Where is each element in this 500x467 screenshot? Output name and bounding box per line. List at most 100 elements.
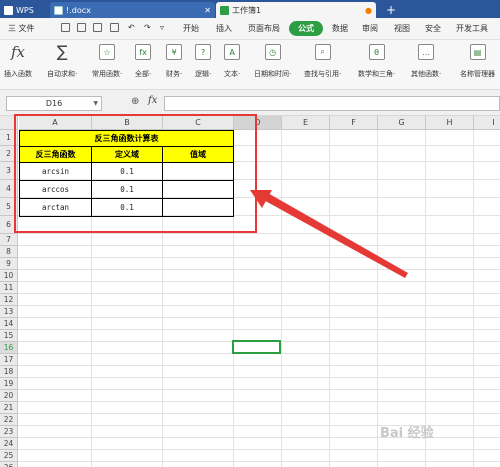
grid-line [18, 449, 500, 450]
row-header-14[interactable]: 14 [0, 318, 18, 330]
grid-line [18, 365, 500, 366]
menu-page-layout[interactable]: 页面布局 [248, 23, 280, 34]
undo-icon[interactable]: ↶ [128, 23, 135, 32]
row-header-26[interactable]: 26 [0, 462, 18, 467]
name-box[interactable]: D16 ▼ [6, 96, 102, 111]
row-header-23[interactable]: 23 [0, 426, 18, 438]
arrow-shaft [260, 192, 408, 278]
chevron-down-icon[interactable]: ▼ [93, 100, 98, 107]
menu-view[interactable]: 视图 [394, 23, 410, 34]
close-icon[interactable]: ✕ [204, 6, 211, 15]
selected-cell[interactable] [232, 340, 281, 354]
math-trig-label: 数学和三角· [358, 70, 396, 78]
fx-icon[interactable]: fx [148, 95, 157, 106]
row-header-10[interactable]: 10 [0, 270, 18, 282]
tab-document[interactable]: !.docx ✕ [50, 2, 215, 18]
datetime-button[interactable]: ◷ 日期和时间· [254, 44, 291, 79]
insert-function-button[interactable]: fx 插入函数 [4, 44, 32, 79]
row-header-9[interactable]: 9 [0, 258, 18, 270]
autosum-button[interactable]: ∑ 自动求和· [47, 44, 77, 79]
menu-security[interactable]: 安全 [425, 23, 441, 34]
customize-icon[interactable]: ▿ [160, 23, 164, 32]
row-header-19[interactable]: 19 [0, 378, 18, 390]
preview-icon[interactable] [110, 23, 119, 32]
logic-label: 逻辑· [195, 70, 212, 78]
save-icon[interactable] [61, 23, 70, 32]
row-header-17[interactable]: 17 [0, 354, 18, 366]
finance-button[interactable]: ¥ 财务· [166, 44, 182, 79]
menu-developer[interactable]: 开发工具 [456, 23, 488, 34]
wps-label: WPS [16, 5, 34, 15]
logic-button[interactable]: ? 逻辑· [195, 44, 211, 79]
column-header-h[interactable]: H [426, 116, 474, 130]
menu-data[interactable]: 数据 [332, 23, 348, 34]
other-functions-button[interactable]: … 其他函数· [411, 44, 441, 79]
grid-line [18, 329, 500, 330]
tab-document-label: !.docx [66, 5, 91, 15]
logic-icon: ? [195, 44, 212, 60]
annotation-arrow [250, 190, 408, 278]
common-functions-label: 常用函数· [92, 70, 123, 78]
column-header-e[interactable]: E [282, 116, 330, 130]
formula-input[interactable] [164, 96, 500, 111]
redo-icon[interactable]: ↷ [144, 23, 151, 32]
all-functions-icon: fx [135, 44, 152, 60]
new-tab-button[interactable]: + [376, 2, 406, 18]
autosum-label: 自动求和· [47, 70, 78, 78]
row-header-13[interactable]: 13 [0, 306, 18, 318]
math-trig-button[interactable]: θ 数学和三角· [358, 44, 395, 79]
menu-review[interactable]: 审阅 [362, 23, 378, 34]
title-bar: WPS !.docx ✕ 工作簿1 ● + [0, 0, 500, 18]
row-header-18[interactable]: 18 [0, 366, 18, 378]
grid-line [18, 293, 500, 294]
lookup-button[interactable]: ⌕ 查找与引用· [304, 44, 341, 79]
other-functions-icon: … [418, 44, 435, 60]
row-header-8[interactable]: 8 [0, 246, 18, 258]
column-header-i[interactable]: I [474, 116, 500, 130]
text-function-icon: A [224, 44, 241, 60]
column-header-f[interactable]: F [330, 116, 378, 130]
formula-bar: D16 ▼ ⊕ fx [0, 90, 500, 116]
row-header-22[interactable]: 22 [0, 414, 18, 426]
zoom-icon[interactable]: ⊕ [131, 96, 139, 107]
tab-workbook[interactable]: 工作簿1 ● [216, 2, 376, 18]
all-functions-button[interactable]: fx 全部· [135, 44, 151, 79]
row-header-15[interactable]: 15 [0, 330, 18, 342]
row-header-21[interactable]: 21 [0, 402, 18, 414]
menu-insert[interactable]: 插入 [216, 23, 232, 34]
menu-formulas-label: 公式 [298, 24, 314, 33]
grid-line [425, 130, 426, 467]
finance-icon: ¥ [166, 44, 183, 60]
row-header-12[interactable]: 12 [0, 294, 18, 306]
grid-line [473, 130, 474, 467]
menu-formulas[interactable]: 公式 [289, 21, 323, 36]
column-header-g[interactable]: G [378, 116, 426, 130]
row-header-7[interactable]: 7 [0, 234, 18, 246]
text-label: 文本· [224, 70, 241, 78]
menu-file[interactable]: 三 文件 [8, 23, 35, 34]
row-header-20[interactable]: 20 [0, 390, 18, 402]
grid-line [18, 317, 500, 318]
export-pdf-icon[interactable] [77, 23, 86, 32]
row-header-24[interactable]: 24 [0, 438, 18, 450]
row-header-11[interactable]: 11 [0, 282, 18, 294]
print-icon[interactable] [93, 23, 102, 32]
name-box-value: D16 [45, 99, 63, 108]
spreadsheet-icon [220, 5, 229, 15]
sigma-icon: ∑ [56, 42, 68, 61]
menu-home[interactable]: 开始 [183, 23, 199, 34]
clock-icon: ◷ [264, 44, 281, 60]
wps-home-tab[interactable]: WPS [0, 2, 50, 18]
common-functions-button[interactable]: ☆ 常用函数· [92, 44, 122, 79]
watermark: Bai 经验 [380, 426, 434, 441]
all-functions-label: 全部· [135, 70, 152, 78]
grid-line [18, 389, 500, 390]
row-header-16[interactable]: 16 [0, 342, 18, 354]
finance-label: 财务· [166, 70, 183, 78]
text-button[interactable]: A 文本· [224, 44, 240, 79]
name-manager-label: 名称管理器 [460, 70, 495, 78]
math-icon: θ [368, 44, 385, 60]
name-manager-button[interactable]: ▤ 名称管理器 [460, 44, 495, 79]
unsaved-dot-icon[interactable]: ● [365, 6, 372, 15]
row-header-25[interactable]: 25 [0, 450, 18, 462]
